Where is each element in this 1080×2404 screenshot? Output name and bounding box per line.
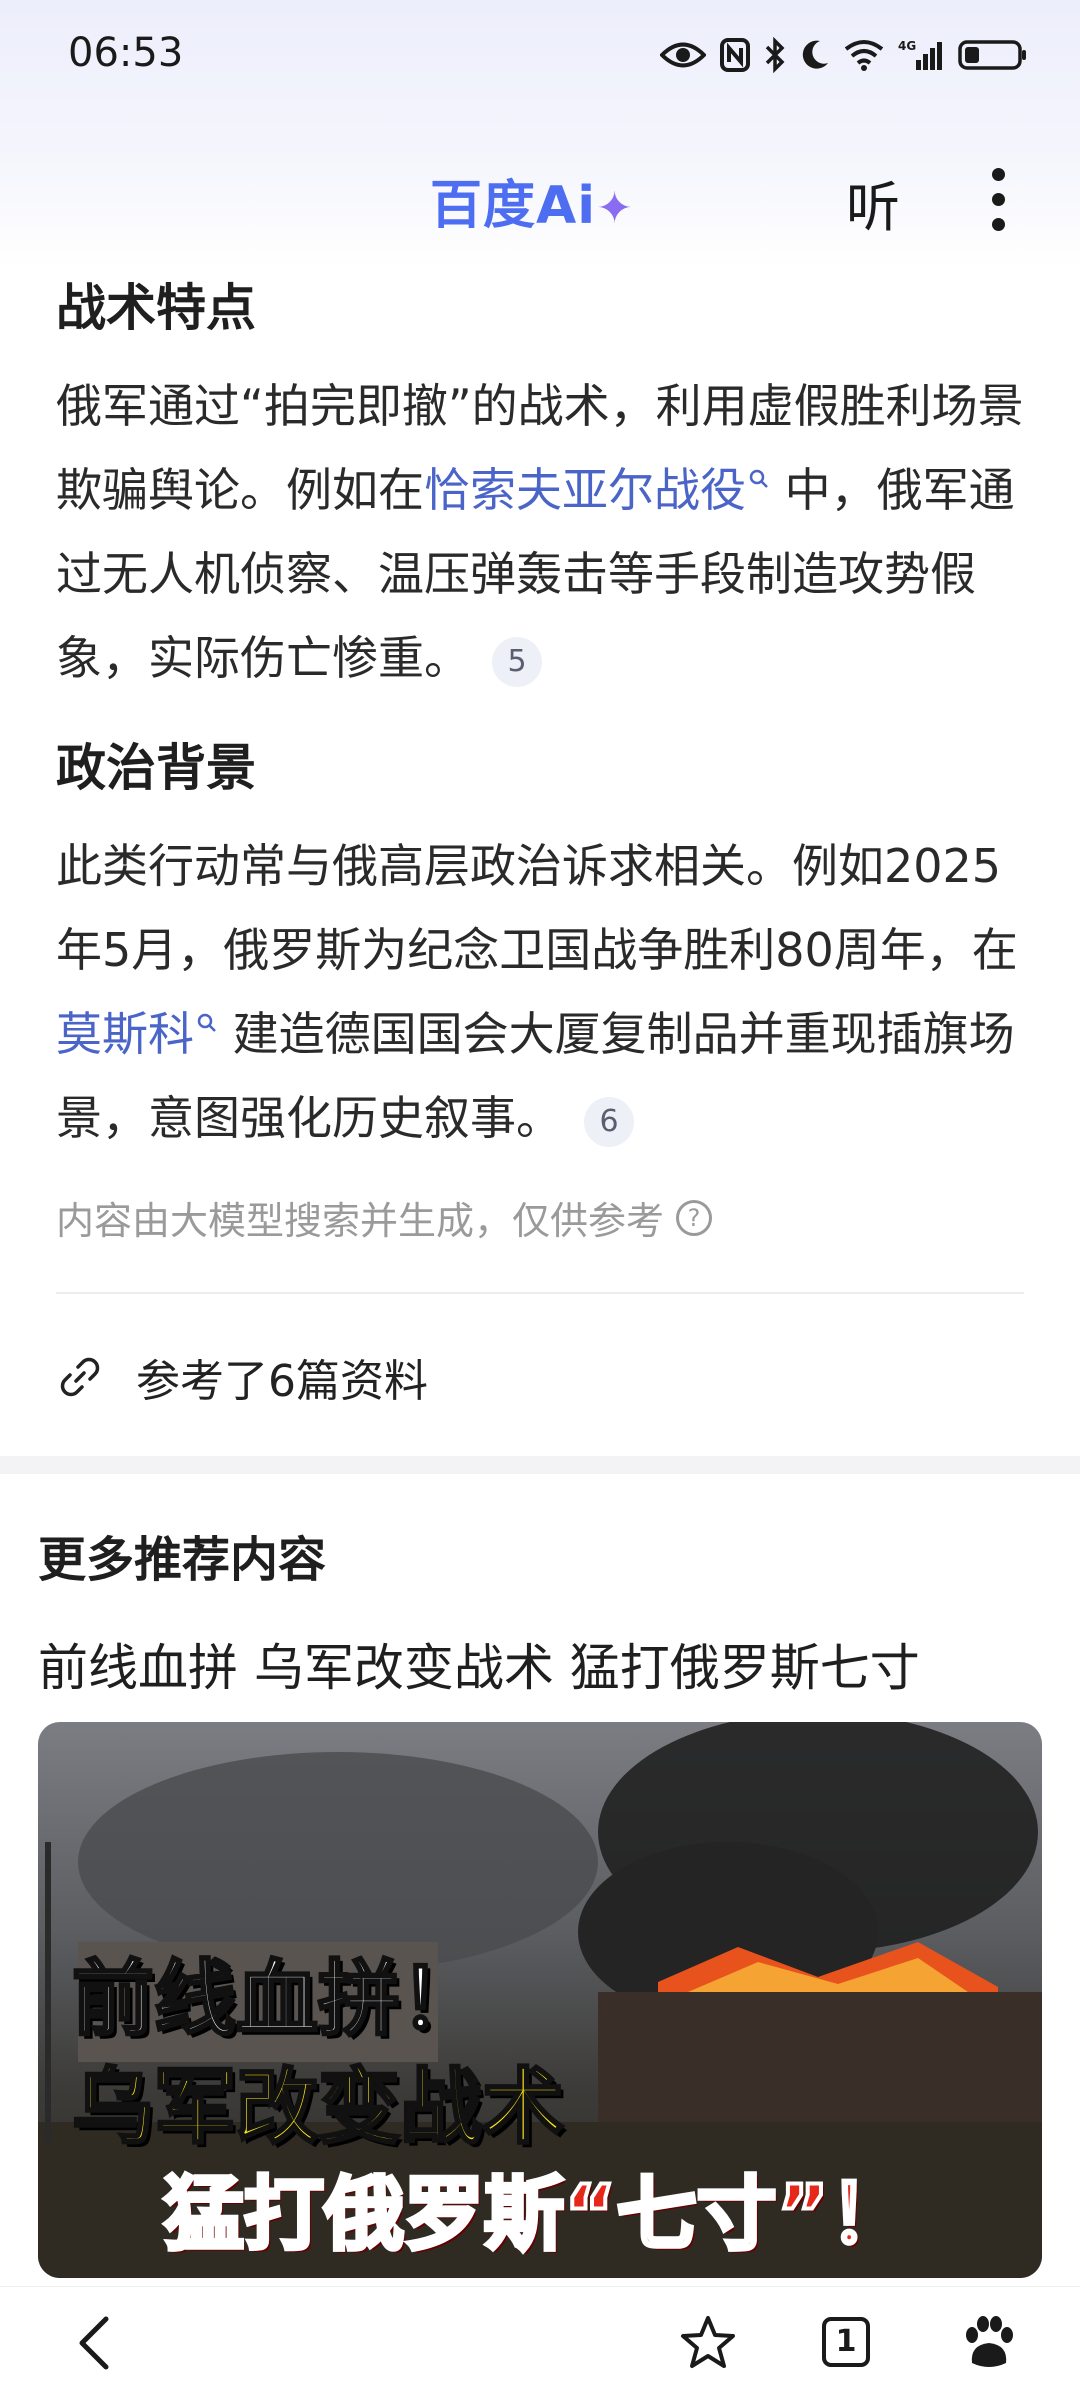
cellular-signal-icon: 4G xyxy=(898,39,942,70)
link-icon xyxy=(60,1357,100,1397)
baidu-paw-icon[interactable] xyxy=(958,2313,1018,2373)
disclaimer-text: 内容由大模型搜索并生成，仅供参考 xyxy=(56,1199,665,1243)
eye-icon xyxy=(660,42,706,68)
favorite-star-icon[interactable] xyxy=(678,2313,738,2373)
more-menu-button[interactable] xyxy=(986,168,1010,231)
divider xyxy=(56,1292,1024,1294)
battery-icon xyxy=(958,40,1026,70)
link-moscow[interactable]: 莫斯科 xyxy=(56,1007,194,1061)
sparkle-icon: ✦ xyxy=(596,183,634,234)
thumbnail-caption-line1: 前线血拼！ xyxy=(70,1951,483,2049)
network-type-label: 4G xyxy=(898,39,916,53)
status-icons: 4G xyxy=(660,30,1028,80)
section-paragraph-tactics: 俄军通过“拍完即撤”的战术，利用虚假胜利场景欺骗舆论。例如在恰索夫亚尔战役 中，… xyxy=(56,364,1036,700)
section-separator xyxy=(0,1456,1080,1474)
references-link[interactable]: 参考了6篇资料 xyxy=(56,1345,428,1409)
back-icon[interactable] xyxy=(72,2313,116,2373)
listen-button[interactable]: 听 xyxy=(846,163,900,242)
section-title-politics: 政治背景 xyxy=(56,739,256,797)
ai-disclaimer: 内容由大模型搜索并生成，仅供参考 ? xyxy=(56,1190,713,1245)
brand-name: 百度 xyxy=(430,176,537,236)
thumbnail-caption-line3: 猛打俄罗斯“七寸”！ xyxy=(162,2166,911,2263)
thumbnail-caption-line2: 乌军改变战术 xyxy=(70,2059,565,2157)
recommend-item-thumbnail[interactable]: 前线血拼！ 乌军改变战术 猛打俄罗斯“七寸”！ xyxy=(38,1722,1042,2278)
references-label: 参考了6篇资料 xyxy=(136,1356,428,1407)
wifi-icon xyxy=(844,40,884,71)
link-chasiv-yar-battle[interactable]: 恰索夫亚尔战役 xyxy=(424,463,746,517)
section-paragraph-politics: 此类行动常与俄高层政治诉求相关。例如2025年5月，俄罗斯为纪念卫国战争胜利80… xyxy=(56,824,1036,1160)
recommend-section-title: 更多推荐内容 xyxy=(38,1532,327,1588)
search-link-icon xyxy=(197,1013,216,1032)
search-link-icon xyxy=(749,469,768,488)
tab-count-button[interactable]: 1 xyxy=(822,2317,870,2367)
status-time: 06:53 xyxy=(68,30,184,76)
recommend-item-title[interactable]: 前线血拼 乌军改变战术 猛打俄罗斯七寸 xyxy=(38,1628,920,1700)
bottom-navigation-bar: 1 xyxy=(0,2286,1080,2404)
paragraph-text: 此类行动常与俄高层政治诉求相关。例如2025年5月，俄罗斯为纪念卫国战争胜利80… xyxy=(56,839,1018,977)
baidu-ai-logo[interactable]: 百度Ai✦ xyxy=(430,163,634,238)
help-icon[interactable]: ? xyxy=(676,1199,713,1236)
section-title-tactics: 战术特点 xyxy=(56,279,256,337)
brand-suffix: Ai xyxy=(536,176,597,236)
bluetooth-icon xyxy=(765,37,785,73)
citation-badge[interactable]: 6 xyxy=(584,1096,634,1147)
moon-icon xyxy=(802,40,828,69)
nfc-icon xyxy=(720,38,750,72)
citation-badge[interactable]: 5 xyxy=(492,636,542,687)
